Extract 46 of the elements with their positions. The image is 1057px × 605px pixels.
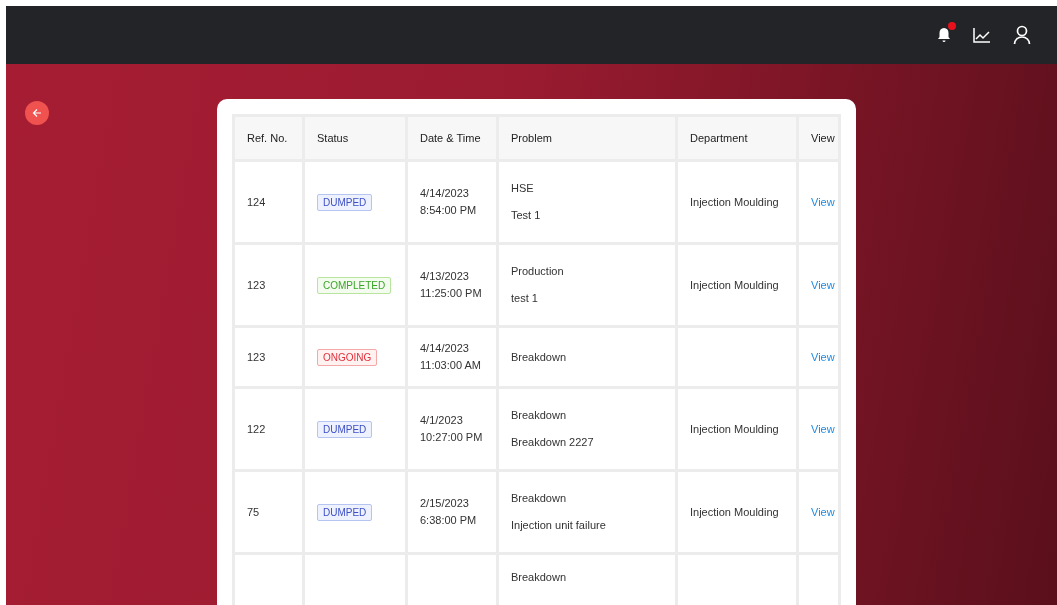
problem-type: Production (511, 264, 565, 279)
problem-detail: test 1 (511, 291, 539, 306)
date-time: 4/13/2023 11:25:00 PM (420, 269, 483, 301)
ref-number: 75 (247, 506, 260, 518)
column-header: Date & Time (408, 117, 496, 159)
department: Injection Moulding (690, 196, 779, 208)
date-time: 4/1/2023 10:27:00 PM (420, 413, 484, 445)
problem-type: Breakdown (511, 408, 568, 423)
problem-type: Breakdown (511, 491, 568, 506)
problem-detail: Test 1 (511, 208, 542, 223)
column-header: Department (678, 117, 796, 159)
view-link[interactable]: View (811, 279, 835, 291)
department: Injection Moulding (690, 423, 779, 435)
left-arrow-icon (32, 108, 42, 118)
status-badge: COMPLETED (317, 276, 392, 294)
date-time: 4/14/2023 11:03:00 AM (420, 341, 482, 373)
problem-type: HSE (511, 181, 535, 196)
department: Injection Moulding (690, 506, 779, 518)
back-button[interactable] (25, 101, 49, 125)
view-link[interactable]: View (811, 351, 835, 363)
column-header: Problem (499, 117, 675, 159)
status-badge: DUMPED (317, 420, 373, 438)
status-badge: DUMPED (317, 503, 373, 521)
problem-detail: Injection unit failure (511, 518, 607, 533)
status-badge: DUMPED (317, 193, 373, 211)
ref-number: 124 (247, 196, 266, 208)
line-chart-icon[interactable] (973, 27, 991, 43)
date-time: 4/14/2023 8:54:00 PM (420, 186, 478, 218)
department: Injection Moulding (690, 279, 779, 291)
column-header: Ref. No. (235, 117, 302, 159)
view-link[interactable]: View (811, 196, 835, 208)
column-header: View (799, 117, 838, 159)
status-badge: ONGOING (317, 348, 378, 366)
notification-dot (948, 22, 956, 30)
problem-type: Breakdown (511, 570, 568, 585)
ref-number: 123 (247, 351, 266, 363)
user-icon[interactable] (1013, 25, 1031, 45)
column-header: Status (305, 117, 405, 159)
view-link[interactable]: View (811, 423, 835, 435)
date-time: 2/15/2023 6:38:00 PM (420, 496, 478, 528)
problem-type: Breakdown (511, 349, 568, 365)
ref-number: 122 (247, 423, 266, 435)
bell-icon[interactable] (937, 27, 951, 43)
view-link[interactable]: View (811, 506, 835, 518)
ref-number: 123 (247, 279, 266, 291)
problem-detail: Breakdown 2227 (511, 435, 595, 450)
